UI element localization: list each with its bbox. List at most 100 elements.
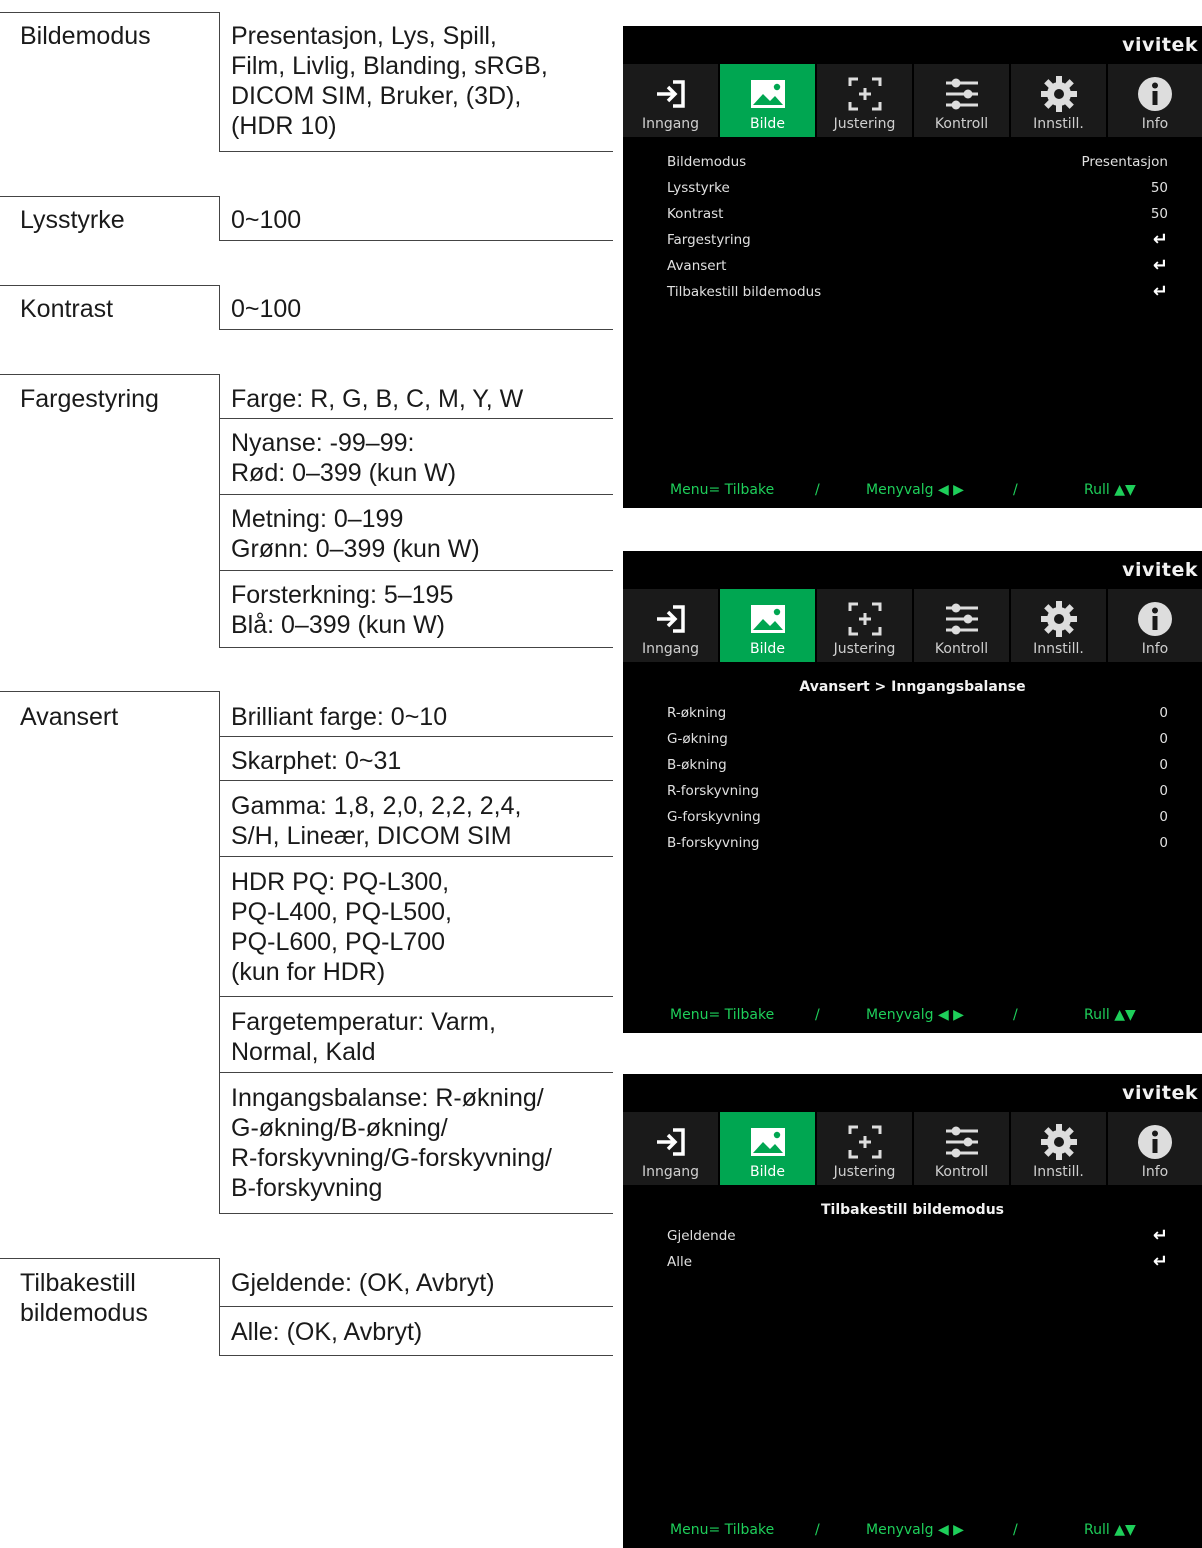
menu-row[interactable]: R-forskyvning 0 [667, 783, 1168, 807]
osd-subtitle: Tilbakestill bildemodus [820, 1202, 1004, 1218]
menu-row-label: R-forskyvning [667, 783, 760, 799]
footer-separator: / [1013, 1007, 1018, 1023]
menu-row[interactable]: Lysstyrke 50 [667, 180, 1168, 204]
menu-row-label: G-økning [667, 731, 728, 747]
tab-innstill[interactable]: Innstill. [1011, 64, 1106, 137]
menu-row-label: Avansert [667, 258, 727, 274]
menu-row-label: Gjeldende [667, 1228, 736, 1244]
menu-row-value: 50 [1150, 180, 1168, 196]
osd-screen-tilbakestill: vivitek Inngang Bilde Justering Kontroll Inns… [623, 1074, 1202, 1548]
vivitek-logo: vivitek [1122, 34, 1198, 56]
tab-label: Kontroll [934, 641, 989, 657]
tab-bilde[interactable]: Bilde [720, 64, 815, 137]
tab-justering[interactable]: Justering [817, 64, 912, 137]
menu-row-value: 0 [1159, 835, 1168, 851]
row-label-avansert: Avansert [20, 703, 119, 731]
menu-row-value: 0 [1159, 809, 1168, 825]
tab-label: Justering [833, 1164, 896, 1180]
menu-row-value: 0 [1159, 757, 1168, 773]
row-label-fargestyring: Fargestyring [20, 385, 159, 413]
tab-bilde[interactable]: Bilde [720, 589, 815, 662]
footer-menu-back: Menu= Tilbake [670, 1522, 775, 1538]
tab-info[interactable]: Info [1108, 64, 1202, 137]
footer-separator: / [1013, 482, 1018, 498]
osd-screen-inngangsbalanse: vivitek Inngang Bilde Justering Kontroll Inns… [623, 551, 1202, 1033]
tab-kontroll[interactable]: Kontroll [914, 1112, 1009, 1185]
tab-justering[interactable]: Justering [817, 589, 912, 662]
footer-menyvalg: Menyvalg ◀ ▶ [866, 482, 964, 498]
osd-screen-main: vivitek Inngang Bilde Justering Kontroll Inns… [623, 26, 1202, 508]
tab-innstill[interactable]: Innstill. [1011, 589, 1106, 662]
tab-bilde[interactable]: Bilde [720, 1112, 815, 1185]
menu-row-value: 50 [1150, 206, 1168, 222]
row-value-alle: Alle: (OK, Avbryt) [231, 1318, 423, 1346]
row-value-gjeldende: Gjeldende: (OK, Avbryt) [231, 1269, 495, 1297]
row-value-lysstyrke: 0~100 [231, 206, 302, 234]
tab-info[interactable]: Info [1108, 1112, 1202, 1185]
tab-label: Justering [833, 641, 896, 657]
menu-row-label: Bildemodus [667, 154, 747, 170]
tab-label: Innstill. [1033, 1164, 1084, 1180]
menu-row-label: R-økning [667, 705, 727, 721]
tab-label: Kontroll [934, 1164, 989, 1180]
tab-inngang[interactable]: Inngang [623, 589, 718, 662]
menu-row-label: B-økning [667, 757, 727, 773]
row-label-tilbakestill: Tilbakestill bildemodus [20, 1269, 148, 1327]
menu-row[interactable]: Bildemodus Presentasjon [667, 154, 1168, 178]
menu-row[interactable]: G-økning 0 [667, 731, 1168, 755]
menu-row[interactable]: R-økning 0 [667, 705, 1168, 729]
tab-innstill[interactable]: Innstill. [1011, 1112, 1106, 1185]
tab-label: Inngang [641, 1164, 700, 1180]
row-value-skarphet: Skarphet: 0~31 [231, 747, 402, 775]
menu-row-label: Kontrast [667, 206, 724, 222]
menu-row[interactable]: Kontrast 50 [667, 206, 1168, 230]
tab-bar: Inngang Bilde Justering Kontroll Innstill. In… [623, 1112, 1202, 1185]
footer-separator: / [815, 482, 820, 498]
menu-row-label: Lysstyrke [667, 180, 730, 196]
footer-rull: Rull ▲▼ [1084, 482, 1136, 498]
row-value-farge: Farge: R, G, B, C, M, Y, W [231, 385, 524, 413]
menu-row[interactable]: B-økning 0 [667, 757, 1168, 781]
footer-separator: / [815, 1522, 820, 1538]
tab-label: Inngang [641, 116, 700, 132]
row-value-inngangsbalanse: Inngangsbalanse: R-økning/ G-økning/B-øk… [231, 1084, 552, 1202]
tab-inngang[interactable]: Inngang [623, 64, 718, 137]
tab-label: Info [1141, 116, 1169, 132]
tab-kontroll[interactable]: Kontroll [914, 589, 1009, 662]
tab-inngang[interactable]: Inngang [623, 1112, 718, 1185]
menu-row[interactable]: Fargestyring ↵ [667, 229, 1168, 256]
menu-row[interactable]: G-forskyvning 0 [667, 809, 1168, 833]
menu-row[interactable]: Tilbakestill bildemodus ↵ [667, 281, 1168, 308]
menu-row-value: Presentasjon [1081, 154, 1168, 170]
footer-rull: Rull ▲▼ [1084, 1522, 1136, 1538]
footer-menu-back: Menu= Tilbake [670, 1007, 775, 1023]
row-value-metning: Metning: 0–199 Grønn: 0–399 (kun W) [231, 505, 480, 563]
tab-label: Bilde [750, 641, 785, 657]
enter-icon: ↵ [1152, 255, 1168, 276]
tab-label: Innstill. [1033, 641, 1084, 657]
menu-row[interactable]: Alle ↵ [667, 1251, 1168, 1278]
tab-info[interactable]: Info [1108, 589, 1202, 662]
osd-footer: Menu= Tilbake / Menyvalg ◀ ▶ / Rull ▲▼ [623, 482, 1202, 500]
tab-justering[interactable]: Justering [817, 1112, 912, 1185]
enter-icon: ↵ [1152, 229, 1168, 250]
menu-row-label: G-forskyvning [667, 809, 761, 825]
footer-rull: Rull ▲▼ [1084, 1007, 1136, 1023]
menu-row[interactable]: Avansert ↵ [667, 255, 1168, 282]
menu-row[interactable]: Gjeldende ↵ [667, 1225, 1168, 1252]
tab-label: Info [1141, 1164, 1169, 1180]
osd-subtitle: Avansert > Inngangsbalanse [799, 679, 1026, 695]
enter-icon: ↵ [1152, 1225, 1168, 1246]
tab-label: Bilde [750, 1164, 785, 1180]
row-value-kontrast: 0~100 [231, 295, 302, 323]
tab-label: Justering [833, 116, 896, 132]
footer-separator: / [1013, 1522, 1018, 1538]
tab-kontroll[interactable]: Kontroll [914, 64, 1009, 137]
row-value-bildemodus: Presentasjon, Lys, Spill, Film, Livlig, … [231, 22, 548, 140]
menu-row[interactable]: B-forskyvning 0 [667, 835, 1168, 859]
row-label-bildemodus: Bildemodus [20, 22, 151, 50]
tab-bar: Inngang Bilde Justering Kontroll Innstill. In… [623, 589, 1202, 662]
enter-icon: ↵ [1152, 281, 1168, 302]
menu-row-label: Alle [667, 1254, 693, 1270]
footer-menu-back: Menu= Tilbake [670, 482, 775, 498]
